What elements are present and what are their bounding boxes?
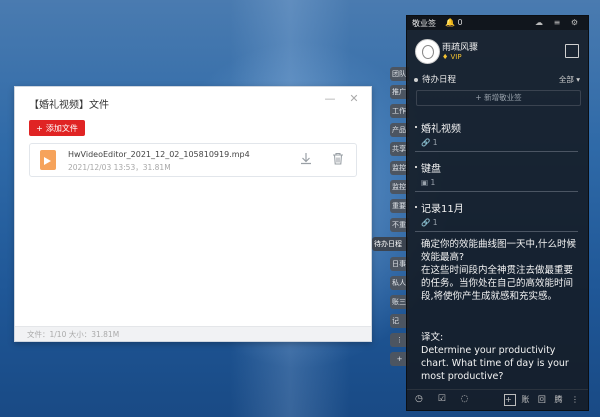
section-title: 待办日程 xyxy=(414,73,456,85)
bottom-right-label: 账 回 腾 ⋮ xyxy=(521,395,582,404)
panel-bottom-bar: ◷ ☑ ◌ + 账 回 腾 ⋮ xyxy=(407,389,588,410)
bottom-left-icons[interactable]: ◷ ☑ ◌ xyxy=(415,394,475,404)
note-item[interactable]: 婚礼视频 🔗 1 xyxy=(415,120,578,147)
titlebar-icons[interactable]: ☁ ≡ ⚙ xyxy=(535,18,582,27)
vip-label: VIP xyxy=(450,53,462,61)
user-name: 雨疏风骤 xyxy=(442,43,479,53)
note-title: 键盘 xyxy=(415,160,578,175)
file-dialog: 【婚礼视频】文件 — ✕ + 添加文件 HwVideoEditor_2021_1… xyxy=(14,86,372,342)
dialog-title: 【婚礼视频】文件 xyxy=(29,100,109,111)
file-list-item[interactable]: HwVideoEditor_2021_12_02_105810919.mp4 2… xyxy=(29,143,357,177)
plus-icon: + xyxy=(36,123,43,133)
divider xyxy=(415,191,578,192)
image-count: ▣ 1 xyxy=(421,178,436,187)
note-item[interactable]: 记录11月 🔗 1 xyxy=(415,200,578,227)
notification-count[interactable]: 🔔 0 xyxy=(445,18,463,27)
download-icon[interactable] xyxy=(298,151,314,167)
footer-stats: 文件：1/10 大小：31.81M xyxy=(27,330,120,339)
notes-panel: 敬业签 🔔 0 ☁ ≡ ⚙ 雨疏风骤 ♦ VIP 待办日程 全部 ▾ + 新增敬… xyxy=(406,15,589,411)
attachment-count-value: 1 xyxy=(432,138,438,147)
app-brand: 敬业签 xyxy=(412,19,436,28)
add-file-button[interactable]: + 添加文件 xyxy=(29,120,85,136)
video-file-icon xyxy=(40,150,56,170)
vip-badge: ♦ VIP xyxy=(442,53,462,61)
bottom-right-icons[interactable]: + 账 回 腾 ⋮ xyxy=(501,394,582,406)
avatar[interactable] xyxy=(415,39,440,64)
minimize-icon[interactable]: — xyxy=(323,92,337,105)
image-count-value: 1 xyxy=(430,178,436,187)
filter-dropdown[interactable]: 全部 ▾ xyxy=(559,74,580,85)
file-meta: 2021/12/03 13:53，31.81M xyxy=(68,163,171,172)
translation-note[interactable]: 译文: Determine your productivity chart. W… xyxy=(421,331,581,383)
tab-todo-schedule[interactable]: 待办日程 xyxy=(372,237,408,251)
close-icon[interactable]: ✕ xyxy=(347,92,361,105)
note-title: 婚礼视频 xyxy=(415,120,578,135)
dialog-footer: 文件：1/10 大小：31.81M xyxy=(15,326,371,341)
calendar-icon[interactable] xyxy=(565,44,579,58)
note-item[interactable]: 键盘 ▣ 1 xyxy=(415,160,578,187)
attachment-count-value: 1 xyxy=(432,218,438,227)
attachment-count: 🔗 1 xyxy=(421,138,438,147)
file-name: HwVideoEditor_2021_12_02_105810919.mp4 xyxy=(68,150,250,159)
new-note-button[interactable]: + 新增敬业签 xyxy=(416,90,581,106)
divider xyxy=(415,231,578,232)
filter-label: 全部 xyxy=(558,75,574,84)
notification-count-value: 0 xyxy=(457,18,463,27)
delete-icon[interactable] xyxy=(330,151,346,167)
productivity-note[interactable]: 确定你的效能曲线图一天中,什么时候效能最高? 在这些时间段内全神贯注去做最重要的… xyxy=(421,238,581,303)
attachment-count: 🔗 1 xyxy=(421,218,438,227)
add-file-label: 添加文件 xyxy=(45,123,78,133)
add-icon[interactable]: + xyxy=(503,394,516,406)
note-title: 记录11月 xyxy=(415,200,578,215)
panel-titlebar: 敬业签 🔔 0 ☁ ≡ ⚙ xyxy=(407,16,588,30)
divider xyxy=(415,151,578,152)
